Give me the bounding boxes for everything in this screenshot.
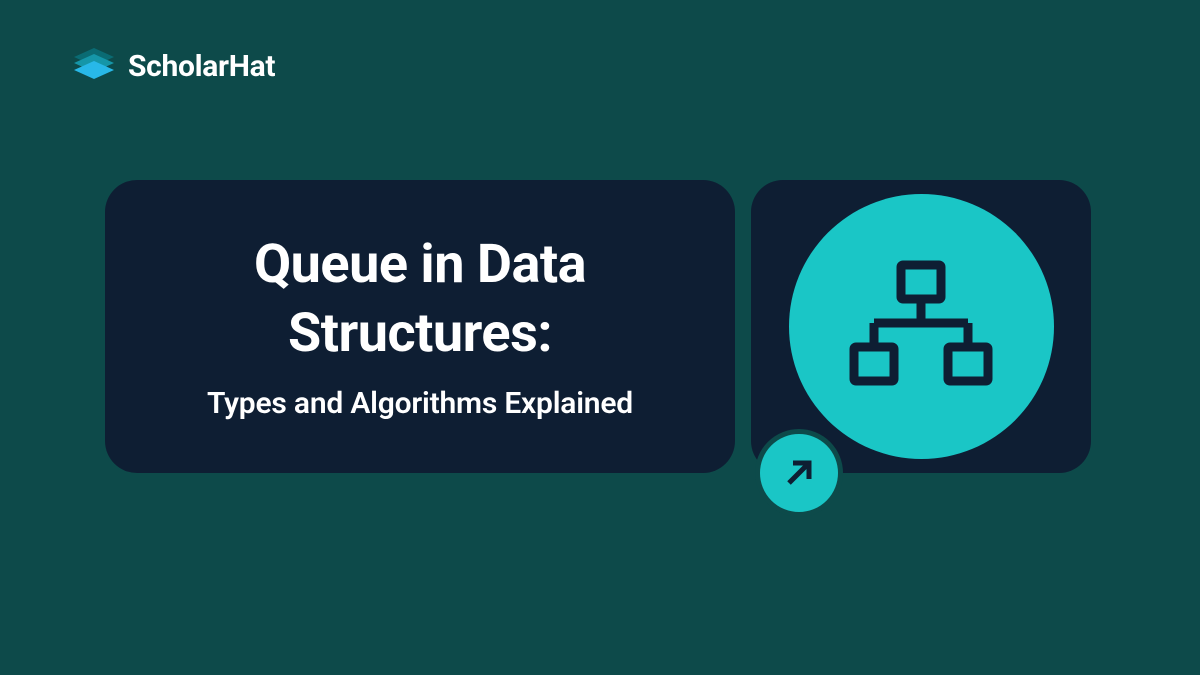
- layers-icon: [72, 48, 116, 84]
- content-container: Queue in Data Structures: Types and Algo…: [105, 180, 1091, 473]
- arrow-up-right-icon: [780, 454, 818, 492]
- circle-background: [789, 194, 1054, 459]
- brand-logo: ScholarHat: [72, 48, 275, 84]
- page-title: Queue in Data Structures:: [153, 230, 687, 368]
- title-card: Queue in Data Structures: Types and Algo…: [105, 180, 735, 473]
- brand-name: ScholarHat: [128, 49, 275, 84]
- page-subtitle: Types and Algorithms Explained: [153, 386, 687, 421]
- arrow-badge: [755, 429, 843, 517]
- tree-structure-icon: [846, 257, 996, 397]
